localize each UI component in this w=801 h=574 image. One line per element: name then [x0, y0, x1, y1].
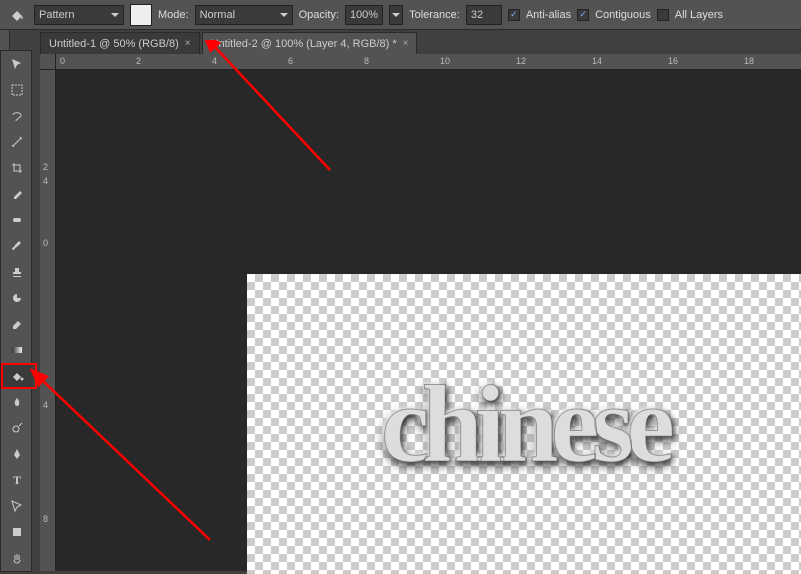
- ruler-horizontal[interactable]: 0 2 4 6 8 10 12 14 16 18: [56, 54, 801, 70]
- ruler-tick: 12: [516, 56, 526, 66]
- blend-mode-dropdown[interactable]: Normal: [195, 5, 293, 25]
- contiguous-checkbox[interactable]: ✓: [577, 9, 589, 21]
- ruler-tick: 16: [668, 56, 678, 66]
- tool-eraser[interactable]: [1, 311, 33, 337]
- antialias-label: Anti-alias: [526, 9, 571, 21]
- tool-hand[interactable]: [1, 545, 33, 571]
- pattern-swatch[interactable]: [130, 4, 152, 26]
- tool-shape[interactable]: [1, 519, 33, 545]
- tolerance-value[interactable]: 32: [466, 5, 502, 25]
- tool-bucket[interactable]: [1, 363, 33, 389]
- tool-path[interactable]: [1, 493, 33, 519]
- tool-history[interactable]: [1, 285, 33, 311]
- tool-brush[interactable]: [1, 233, 33, 259]
- tab-untitled-1[interactable]: Untitled-1 @ 50% (RGB/8) ×: [40, 32, 200, 54]
- tolerance-label: Tolerance:: [409, 9, 460, 21]
- ruler-tick: 4: [43, 176, 48, 186]
- ruler-vertical[interactable]: 0 2 4 4 8: [40, 70, 56, 571]
- tool-heal[interactable]: [1, 207, 33, 233]
- ruler-tick: 4: [43, 400, 48, 410]
- fill-source-value: Pattern: [39, 9, 74, 21]
- chevron-down-icon: [111, 13, 119, 17]
- ruler-tick: 2: [43, 162, 48, 172]
- opacity-value[interactable]: 100%: [345, 5, 383, 25]
- ruler-tick: 0: [43, 238, 48, 248]
- tool-wand[interactable]: [1, 129, 33, 155]
- blend-mode-value: Normal: [200, 9, 235, 21]
- alllayers-checkbox[interactable]: [657, 9, 669, 21]
- tool-pen[interactable]: [1, 441, 33, 467]
- ruler-tick: 8: [364, 56, 369, 66]
- bucket-icon: [6, 4, 28, 26]
- tab-untitled-2[interactable]: Untitled-2 @ 100% (Layer 4, RGB/8) * ×: [202, 32, 418, 54]
- mode-label: Mode:: [158, 9, 189, 21]
- chevron-down-icon: [392, 13, 400, 17]
- tool-eyedropper[interactable]: [1, 181, 33, 207]
- ruler-origin[interactable]: [40, 54, 56, 70]
- ruler-tick: 8: [43, 514, 48, 524]
- options-bar: Pattern Mode: Normal Opacity: 100% Toler…: [0, 0, 801, 30]
- tool-lasso[interactable]: [1, 103, 33, 129]
- tool-stamp[interactable]: [1, 259, 33, 285]
- ruler-tick: 2: [136, 56, 141, 66]
- tool-dodge[interactable]: [1, 415, 33, 441]
- contiguous-label: Contiguous: [595, 9, 651, 21]
- tool-type[interactable]: T: [1, 467, 33, 493]
- ruler-tick: 14: [592, 56, 602, 66]
- ruler-tick: 18: [744, 56, 754, 66]
- ruler-tick: 6: [288, 56, 293, 66]
- workspace: 0 2 4 6 8 10 12 14 16 18 0 2 4 4 8 chine…: [40, 54, 801, 571]
- tool-gradient[interactable]: [1, 337, 33, 363]
- chevron-down-icon: [280, 13, 288, 17]
- tool-marquee[interactable]: [1, 77, 33, 103]
- ruler-tick: 0: [60, 56, 65, 66]
- ruler-tick: 10: [440, 56, 450, 66]
- toolbox: T: [0, 50, 32, 572]
- close-icon[interactable]: ×: [403, 38, 409, 49]
- ruler-tick: 4: [212, 56, 217, 66]
- tab-title: Untitled-1 @ 50% (RGB/8): [49, 38, 179, 50]
- fill-source-dropdown[interactable]: Pattern: [34, 5, 124, 25]
- tool-blur[interactable]: [1, 389, 33, 415]
- tool-move[interactable]: [1, 51, 33, 77]
- tab-title: Untitled-2 @ 100% (Layer 4, RGB/8) *: [211, 38, 397, 50]
- canvas-text: chinese: [381, 361, 667, 488]
- close-icon[interactable]: ×: [185, 38, 191, 49]
- opacity-stepper[interactable]: [389, 5, 403, 25]
- document-tabs: Untitled-1 @ 50% (RGB/8) × Untitled-2 @ …: [40, 30, 801, 54]
- opacity-label: Opacity:: [299, 9, 339, 21]
- antialias-checkbox[interactable]: ✓: [508, 9, 520, 21]
- canvas[interactable]: chinese: [247, 274, 801, 574]
- alllayers-label: All Layers: [675, 9, 723, 21]
- tool-crop[interactable]: [1, 155, 33, 181]
